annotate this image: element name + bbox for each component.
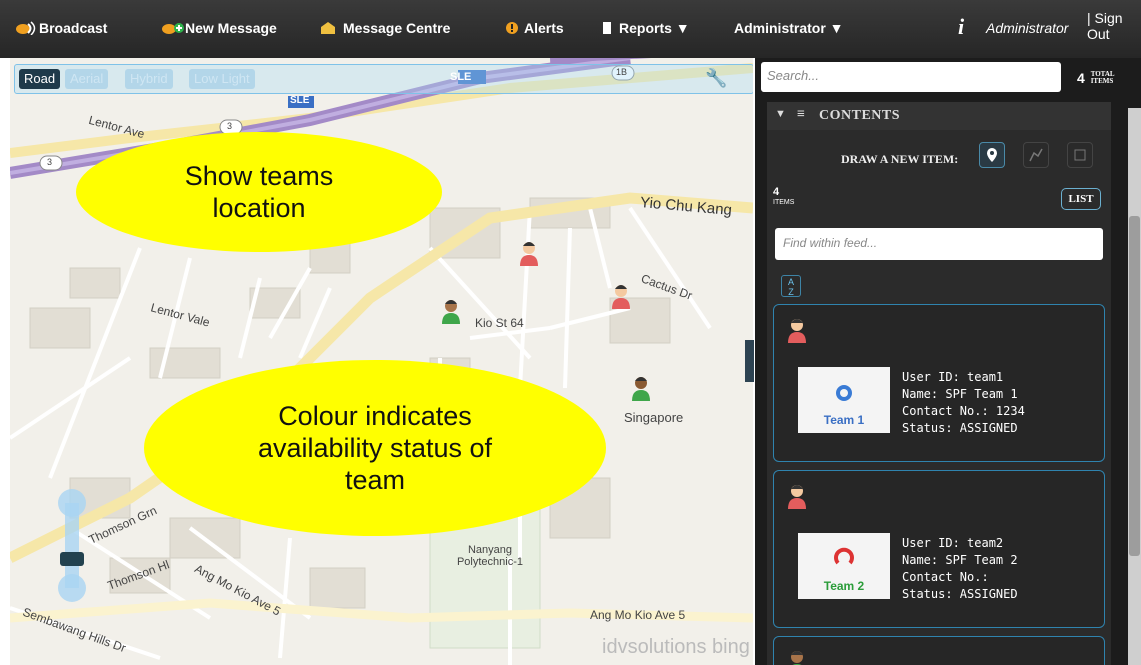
contents-body: DRAW A NEW ITEM: 4 ITEMS LIST Find withi…	[767, 130, 1111, 665]
team-user-id: User ID: team1	[902, 370, 1004, 384]
map-label-sle: SLE	[450, 71, 472, 83]
nav-administrator-label: Administrator ▼	[734, 20, 844, 36]
team-card[interactable]: Team 1 User ID: team1 Name: SPF Team 1 C…	[773, 304, 1105, 462]
team-logo-text: Team 1	[823, 413, 865, 427]
callout-show-teams-text: Show teams location	[184, 161, 334, 223]
map-label-3: 3	[227, 121, 233, 131]
team-logo-icon	[834, 547, 854, 565]
scrollbar-thumb[interactable]	[1129, 216, 1140, 556]
team-status-person-icon	[788, 319, 806, 343]
team-card[interactable]: Team 2 User ID: team2 Name: SPF Team 2 C…	[773, 470, 1105, 628]
map-view[interactable]: Road Aerial Hybrid Low Light 🔧 SLE SLE 1…	[10, 58, 753, 665]
broadcast-icon	[16, 21, 36, 36]
collapse-arrow-icon: ▼	[775, 108, 787, 120]
current-user: Administrator	[986, 20, 1069, 36]
polygon-icon	[1074, 149, 1086, 161]
nav-reports-label: Reports ▼	[619, 20, 690, 36]
map-label-ang-mo-kio-ave-5b: Ang Mo Kio Ave 5	[590, 608, 686, 622]
draw-pin-button[interactable]	[979, 142, 1005, 168]
team-name: Name: SPF Team 1	[902, 387, 1018, 401]
info-icon[interactable]: i	[958, 14, 964, 40]
team-status-person-icon	[791, 651, 803, 665]
message-centre-icon	[320, 21, 338, 35]
wrench-icon[interactable]: 🔧	[705, 68, 727, 89]
sort-az-button[interactable]: A Z	[781, 275, 801, 297]
nav-new-message-label: New Message	[185, 20, 277, 36]
team-details: User ID: team2 Name: SPF Team 2 Contact …	[902, 535, 1018, 603]
map-label-1b: 1B	[616, 67, 628, 77]
nav-alerts-label: Alerts	[524, 20, 564, 36]
callout-colour-status: Colour indicates availability status of …	[144, 360, 606, 536]
team-card[interactable]	[773, 636, 1105, 665]
team-status-person-icon	[788, 485, 806, 509]
callout-colour-status-text: Colour indicates availability status of …	[257, 401, 493, 495]
team-logo: Team 2	[798, 533, 890, 599]
new-message-icon	[162, 21, 184, 35]
map-label-3b: 3	[47, 157, 53, 167]
nav-message-centre[interactable]: Message Centre	[320, 20, 450, 36]
list-lines-icon: ≡	[797, 107, 806, 122]
nav-broadcast-label: Broadcast	[39, 20, 108, 36]
contents-header[interactable]: ▼ ≡ CONTENTS	[767, 102, 1111, 130]
sort-az-label: A Z	[787, 277, 794, 297]
nav-message-centre-label: Message Centre	[343, 20, 451, 36]
team-details: User ID: team1 Name: SPF Team 1 Contact …	[902, 369, 1025, 437]
draw-polygon-button[interactable]	[1067, 142, 1093, 168]
nav-reports[interactable]: Reports ▼	[602, 20, 690, 36]
team-marker-green-2[interactable]	[630, 375, 652, 401]
team-status: Status: ASSIGNED	[902, 587, 1018, 601]
team-status: Status: ASSIGNED	[902, 421, 1018, 435]
map-label-polytechnic: Nanyang Polytechnic-1	[456, 544, 524, 568]
total-label: TOTAL ITEMS	[1090, 70, 1115, 85]
team-user-id: User ID: team2	[902, 536, 1004, 550]
list-button[interactable]: LIST	[1061, 188, 1101, 210]
sign-out-link[interactable]: | Sign Out	[1087, 10, 1135, 42]
reports-icon	[602, 21, 614, 35]
search-input[interactable]: Search...	[761, 62, 1061, 92]
total-items: 4 TOTAL ITEMS	[1077, 70, 1115, 86]
map-label-kio-st-64: Kio St 64	[475, 316, 524, 330]
draw-new-item-label: DRAW A NEW ITEM:	[841, 152, 959, 166]
side-panel: Search... 4 TOTAL ITEMS ▼ ≡ CONTENTS DRA…	[755, 58, 1141, 665]
map-attribution: idvsolutions bing	[602, 636, 750, 658]
team-logo-icon	[836, 385, 852, 401]
team-marker-green-1[interactable]	[440, 298, 462, 324]
team-logo-text: Team 2	[823, 579, 865, 593]
nav-administrator[interactable]: Administrator ▼	[734, 20, 844, 36]
map-type-low-light[interactable]: Low Light	[189, 69, 255, 89]
top-nav-bar: Broadcast New Message Message Centre Ale…	[0, 0, 1141, 58]
map-label-sle-2: SLE	[290, 95, 310, 106]
map-type-road[interactable]: Road	[19, 69, 61, 89]
nav-broadcast[interactable]: Broadcast	[16, 20, 107, 36]
items-count: 4 ITEMS	[773, 186, 795, 207]
map-label-singapore: Singapore	[624, 410, 684, 425]
map-type-hybrid[interactable]: Hybrid	[125, 69, 173, 89]
callout-show-teams: Show teams location	[76, 132, 442, 252]
team-marker-red-1[interactable]	[518, 240, 540, 266]
team-logo: Team 1	[798, 367, 890, 433]
team-name: Name: SPF Team 2	[902, 553, 1018, 567]
panel-collapse-handle[interactable]	[745, 340, 754, 382]
draw-line-button[interactable]	[1023, 142, 1049, 168]
nav-alerts[interactable]: Alerts	[505, 20, 564, 36]
alert-icon	[505, 21, 519, 35]
items-count-value: 4	[773, 186, 780, 198]
find-within-feed-input[interactable]: Find within feed...	[775, 228, 1103, 260]
map-type-bar: Road Aerial Hybrid Low Light 🔧	[14, 64, 753, 94]
items-count-label: ITEMS	[773, 199, 795, 206]
contents-title: CONTENTS	[819, 108, 901, 123]
line-icon	[1029, 148, 1043, 162]
team-contact: Contact No.:	[902, 570, 989, 584]
pin-icon	[987, 148, 997, 162]
total-count: 4	[1077, 70, 1085, 86]
team-contact: Contact No.: 1234	[902, 404, 1025, 418]
nav-new-message[interactable]: New Message	[162, 20, 277, 36]
team-marker-red-2[interactable]	[610, 283, 632, 309]
map-type-aerial[interactable]: Aerial	[65, 69, 109, 89]
